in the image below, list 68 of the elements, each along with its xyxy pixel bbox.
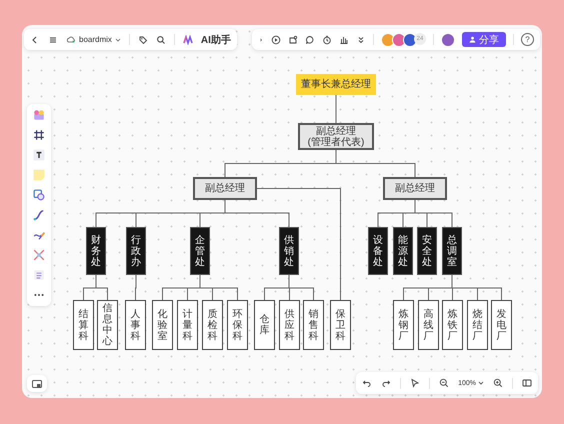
avatar[interactable] [381, 32, 395, 46]
color-blobs-icon[interactable] [33, 109, 45, 121]
org-chart-node: 副总经理 [193, 177, 257, 200]
minimap-icon [32, 380, 42, 388]
org-chart-node: 信息中心 [97, 300, 118, 350]
avatar[interactable] [403, 32, 417, 46]
org-chart-node: 设备处 [368, 227, 388, 275]
org-chart-node: 供应科 [279, 300, 300, 350]
pointer-icon[interactable] [410, 378, 420, 388]
org-chart-node: 烧结厂 [467, 300, 488, 350]
avatar[interactable] [441, 32, 455, 46]
org-chart-node: 销售科 [303, 300, 324, 350]
shape-icon[interactable] [33, 189, 45, 201]
org-chart-node: 人事科 [125, 300, 146, 350]
double-chevron-icon[interactable] [356, 34, 366, 44]
connector-line [135, 274, 136, 300]
org-chart-node: 供销处 [279, 227, 299, 275]
org-chart-node: 财务处 [86, 227, 106, 275]
ai-logo-icon[interactable] [182, 34, 193, 44]
connector-icon[interactable] [33, 209, 45, 221]
minimap-button[interactable] [27, 375, 47, 392]
text-tool-icon[interactable] [33, 149, 45, 161]
sticker-icon[interactable] [288, 34, 298, 44]
org-chart-node: 能源处 [393, 227, 413, 275]
chart-icon[interactable] [339, 34, 349, 44]
caret-icon [114, 36, 121, 42]
org-chart-node: 行政办 [126, 227, 146, 275]
menu-icon[interactable] [48, 34, 58, 44]
person-icon [469, 36, 476, 43]
org-chart-node: 炼钢厂 [393, 300, 414, 350]
org-chart-node: 化验室 [152, 300, 173, 350]
tag-icon[interactable] [138, 34, 148, 44]
connector-line [96, 274, 108, 300]
document-name-dropdown[interactable]: boardmix [66, 35, 121, 44]
org-chart-node: 发电厂 [491, 300, 512, 350]
org-chart-node: 环保科 [227, 300, 248, 350]
play-icon[interactable] [271, 34, 281, 44]
pen-icon[interactable] [33, 229, 45, 241]
org-chart-node: 结算科 [73, 300, 94, 350]
comment-icon[interactable] [305, 34, 315, 44]
org-chart-node: 副总经理 [383, 177, 447, 200]
help-button[interactable]: ? [521, 33, 534, 46]
share-button[interactable]: 分享 [462, 32, 506, 47]
frame-icon[interactable] [33, 129, 45, 141]
list-card-icon[interactable] [33, 269, 45, 281]
org-chart-node: 高线厂 [418, 300, 439, 350]
avatar[interactable] [392, 32, 406, 46]
org-chart-node: 质检科 [202, 300, 223, 350]
map-icon[interactable] [522, 378, 532, 388]
org-chart-node: 总调室 [442, 227, 462, 275]
org-chart-node: 安全处 [417, 227, 437, 275]
caret-icon[interactable] [478, 380, 484, 386]
timer-icon[interactable] [322, 34, 332, 44]
redo-icon[interactable] [381, 378, 392, 388]
search-icon[interactable] [156, 34, 166, 44]
org-chart-node: 董事长兼总经理 [296, 74, 376, 95]
zoom-out-icon[interactable] [439, 378, 450, 388]
org-chart-node: 炼铁厂 [442, 300, 463, 350]
org-chart-node: 副总经理 (管理者代表) [298, 123, 374, 150]
undo-icon[interactable] [362, 378, 372, 388]
ai-assistant-label[interactable]: AI助手 [200, 32, 231, 46]
org-chart-node: 保卫科 [330, 300, 351, 350]
org-chart-node: 仓库 [254, 300, 275, 350]
cloud-icon [66, 36, 76, 43]
zoom-in-icon[interactable] [493, 378, 503, 388]
org-chart-node: 企管处 [190, 227, 210, 275]
org-chart-node: 计量科 [177, 300, 198, 350]
mind-map-icon[interactable] [33, 249, 45, 261]
